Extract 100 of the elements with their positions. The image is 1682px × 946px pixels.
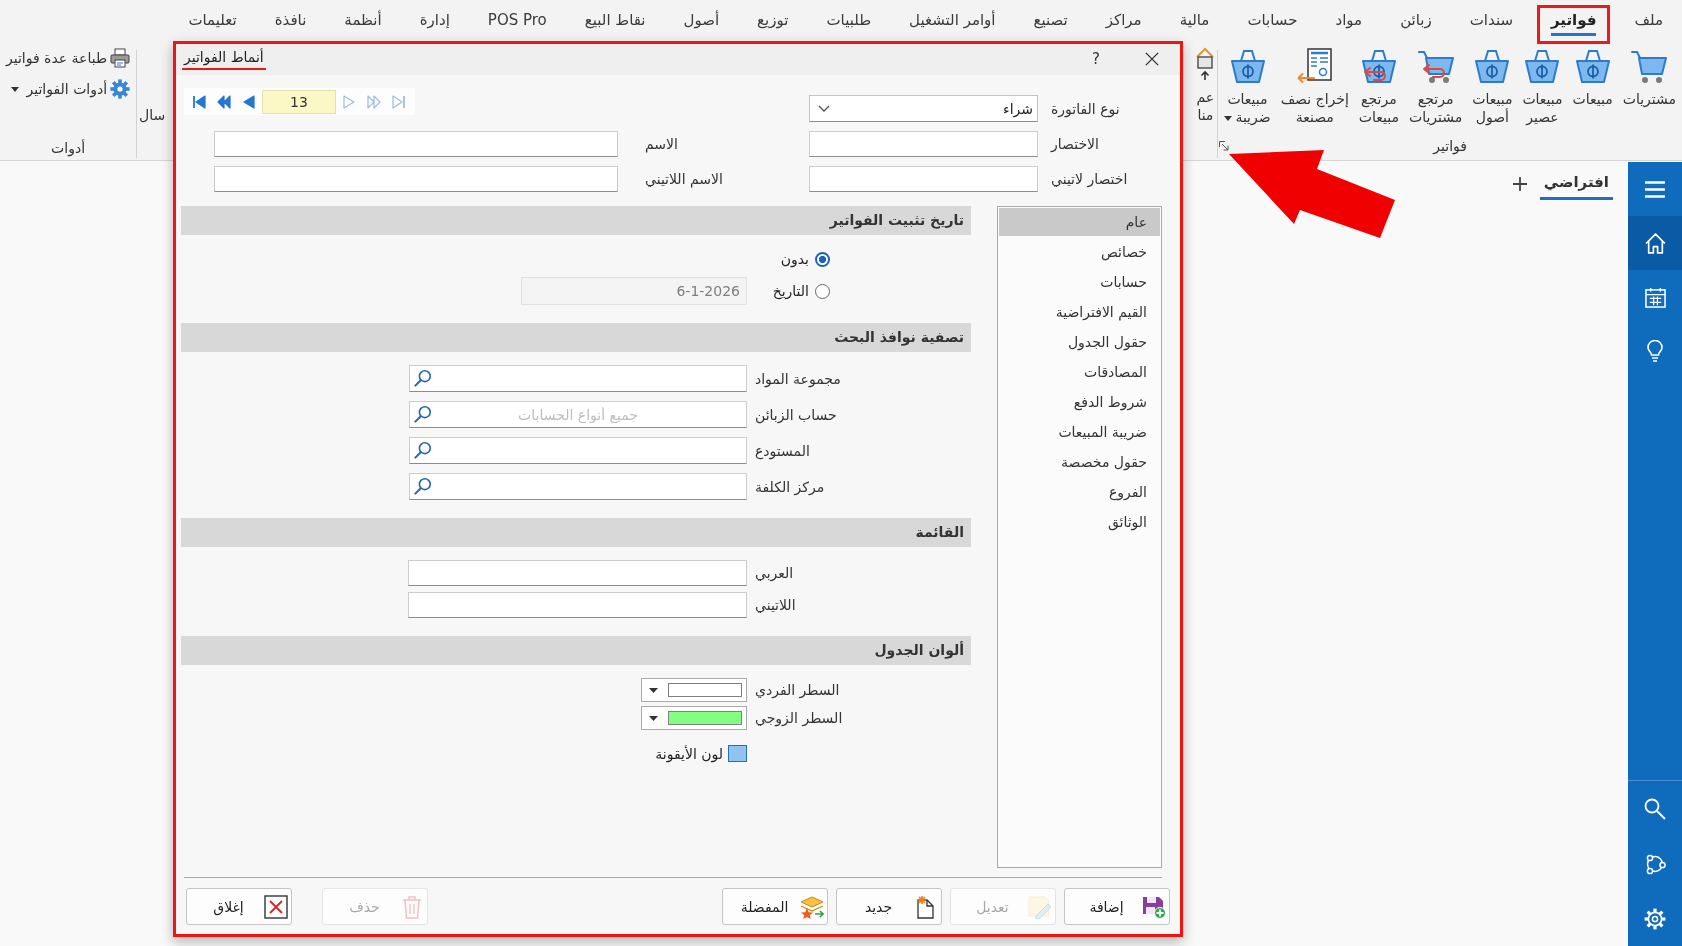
group-label: أدوات (51, 140, 86, 156)
radio-button[interactable] (815, 251, 830, 267)
category-item[interactable]: المصادقات (999, 358, 1160, 386)
field-label: اللاتيني (755, 597, 797, 613)
lookup-field[interactable] (409, 437, 747, 464)
search-icon[interactable] (414, 369, 432, 387)
ribbon-button[interactable]: عم منا (1194, 46, 1217, 124)
category-item[interactable]: حقول مخصصة (999, 448, 1160, 476)
color-swatch[interactable] (728, 745, 747, 762)
help-button[interactable]: ? (1092, 49, 1100, 69)
menu-item[interactable]: مراكز (1091, 5, 1156, 44)
text-field[interactable] (809, 166, 1038, 192)
ribbon-button[interactable]: إخراج نصف مصنعة (1275, 48, 1354, 126)
bar-triangle-left-icon[interactable] (192, 94, 206, 109)
workspace-tab[interactable]: افتراضي (1539, 167, 1613, 200)
layers-star-icon (800, 894, 824, 919)
text-field[interactable] (408, 560, 747, 586)
section-header: تاريخ تثبيت الفواتير (181, 206, 971, 235)
floppy-pencil-icon (1028, 894, 1052, 919)
section-header: ألوان الجدول (181, 636, 971, 665)
triangle-left-icon[interactable] (242, 94, 256, 109)
ribbon-button[interactable]: مبيعات أصول (1467, 48, 1518, 126)
menu-item[interactable]: طلبيات (812, 5, 886, 44)
menu-item[interactable]: ملف (1620, 5, 1677, 44)
field-label: السطر الزوجي (755, 710, 844, 726)
menu-item[interactable]: نافذة (260, 5, 321, 44)
ribbon-button[interactable]: مبيعات ضريبة (1219, 48, 1276, 126)
field-label: العربي (755, 565, 795, 581)
menu-item[interactable]: أنظمة (330, 5, 396, 44)
group-label: فواتير (1433, 138, 1468, 154)
category-item[interactable]: حقول الجدول (999, 328, 1160, 356)
menu-item[interactable]: مواد (1321, 5, 1377, 44)
ribbon-button[interactable]: سال (138, 100, 167, 124)
field-label: الاختصار (1051, 136, 1100, 152)
lookup-field[interactable] (409, 473, 747, 500)
color-dropdown[interactable] (641, 678, 747, 702)
text-field[interactable] (214, 166, 618, 192)
chevron-down-icon (818, 105, 830, 112)
category-item[interactable]: الفروع (999, 478, 1160, 506)
gear-icon (110, 79, 131, 99)
ribbon-button[interactable]: مشتريات (1617, 48, 1681, 108)
menu-item[interactable]: أصول (669, 5, 734, 44)
menu-item[interactable]: إدارة (405, 5, 464, 44)
text-field[interactable] (809, 131, 1038, 157)
field-label: مجموعة المواد (755, 370, 842, 387)
field-label: الاسم (645, 136, 679, 152)
favorites-button[interactable]: المفضلة (722, 888, 828, 925)
cart-return-icon (1417, 49, 1454, 83)
category-item[interactable]: القيم الافتراضية (999, 298, 1160, 326)
menu-item[interactable]: أوامر التشغيل (895, 5, 1010, 44)
dropdown[interactable]: شراء (809, 95, 1038, 122)
cart-icon (1631, 49, 1668, 83)
menu-item[interactable]: تصنيع (1019, 5, 1082, 44)
floppy-plus-icon (1142, 894, 1166, 919)
ribbon-button[interactable]: مبيعات عصير (1517, 48, 1568, 126)
add-button[interactable]: إضافة (1064, 888, 1170, 925)
menu-item[interactable]: تعليمات (174, 5, 251, 44)
basket-icon (1574, 48, 1611, 84)
caret-icon[interactable] (649, 715, 658, 721)
close-icon[interactable] (1145, 52, 1159, 66)
sidebar-item[interactable] (1628, 216, 1682, 270)
search-icon[interactable] (414, 441, 432, 459)
close-button[interactable]: إغلاق (186, 888, 292, 925)
search-icon[interactable] (414, 405, 432, 423)
double-triangle-left-icon[interactable] (217, 94, 231, 109)
expand-arrow-icon[interactable] (1219, 141, 1230, 151)
record-number-field[interactable]: 13 (262, 89, 336, 114)
search-icon[interactable] (414, 477, 432, 495)
category-item[interactable]: عام (999, 208, 1160, 236)
ribbon-button[interactable]: مرتجع مبيعات (1353, 48, 1404, 126)
ribbon-button[interactable]: مبيعات (1567, 48, 1618, 108)
field-label: اختصار لاتيني (1051, 171, 1129, 187)
text-field[interactable] (408, 592, 747, 618)
field-label: الاسم اللاتيني (645, 171, 724, 187)
document-arrow-icon (1296, 48, 1333, 84)
category-item[interactable]: ضريبة المبيعات (999, 418, 1160, 446)
date-field[interactable]: 6-1-2026 (521, 277, 747, 305)
new-button[interactable]: جديد (836, 888, 942, 925)
category-item[interactable]: الوثائق (999, 508, 1160, 536)
category-item[interactable]: خصائص (999, 238, 1160, 266)
menu-item[interactable]: توزيع (743, 5, 803, 44)
ribbon-button[interactable]: طباعة عدة فواتير (6, 46, 131, 70)
text-field[interactable] (214, 131, 618, 157)
lookup-field[interactable] (409, 365, 747, 392)
basket-return-icon (1360, 48, 1397, 84)
ribbon-button[interactable]: أدوات الفواتير (11, 77, 131, 101)
caret-icon[interactable] (649, 687, 658, 693)
category-item[interactable]: شروط الدفع (999, 388, 1160, 416)
add-icon[interactable] (1512, 176, 1527, 191)
menu-item[interactable]: POS Pro (473, 5, 561, 44)
menu-item[interactable]: نقاط البيع (570, 5, 660, 44)
color-dropdown[interactable] (641, 706, 747, 730)
radio-button[interactable] (815, 283, 830, 299)
category-item[interactable]: حسابات (999, 268, 1160, 296)
menu-item[interactable]: سندات (1455, 5, 1527, 44)
ribbon-button[interactable]: مرتجع مشتريات (1403, 48, 1468, 126)
menu-item[interactable]: حسابات (1233, 5, 1312, 44)
menu-item[interactable]: زبائن (1386, 5, 1446, 44)
menu-item[interactable]: مالية (1165, 5, 1224, 44)
dialog-title: أنماط الفواتير (182, 47, 266, 70)
